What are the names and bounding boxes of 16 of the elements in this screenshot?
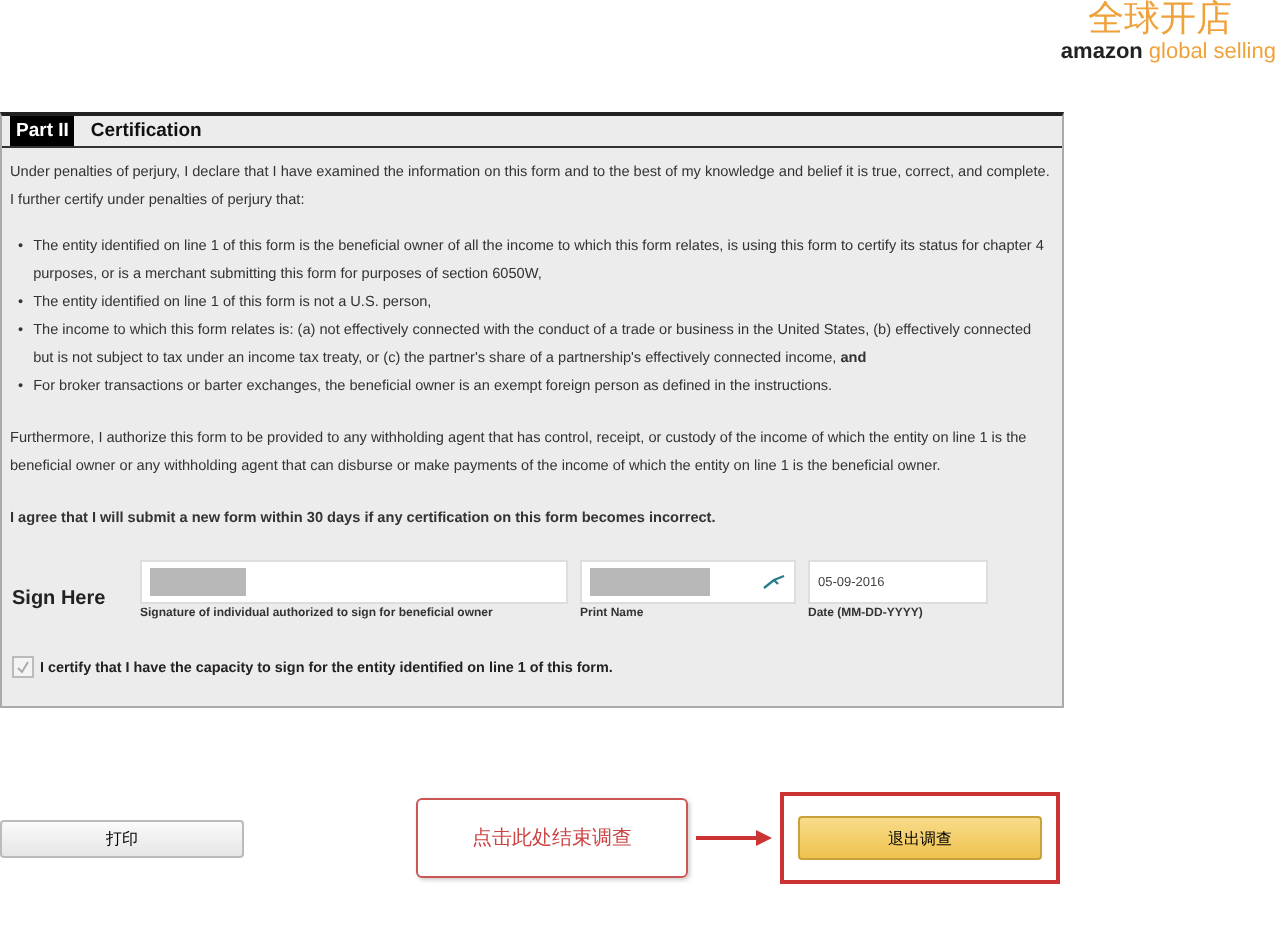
brand-wordmark: amazon: [1060, 40, 1143, 64]
section-title: Certification: [90, 120, 202, 142]
callout-note: 点击此处结束调查: [416, 798, 688, 878]
print-button[interactable]: 打印: [0, 819, 244, 857]
logo-subtitle: global selling: [1148, 40, 1276, 64]
capacity-checkbox[interactable]: [12, 656, 34, 678]
name-field[interactable]: [580, 560, 796, 604]
arrow-icon: [696, 830, 772, 846]
sign-here-label: Sign Here: [12, 588, 108, 610]
logo-title: 全球开店: [1088, 0, 1232, 40]
signature-field[interactable]: [140, 560, 568, 604]
part-label: Part II: [10, 116, 75, 146]
redaction-bar: [150, 568, 246, 596]
pen-icon: [762, 574, 786, 590]
exit-survey-button[interactable]: 退出调查: [798, 816, 1042, 860]
redaction-bar: [590, 568, 710, 596]
